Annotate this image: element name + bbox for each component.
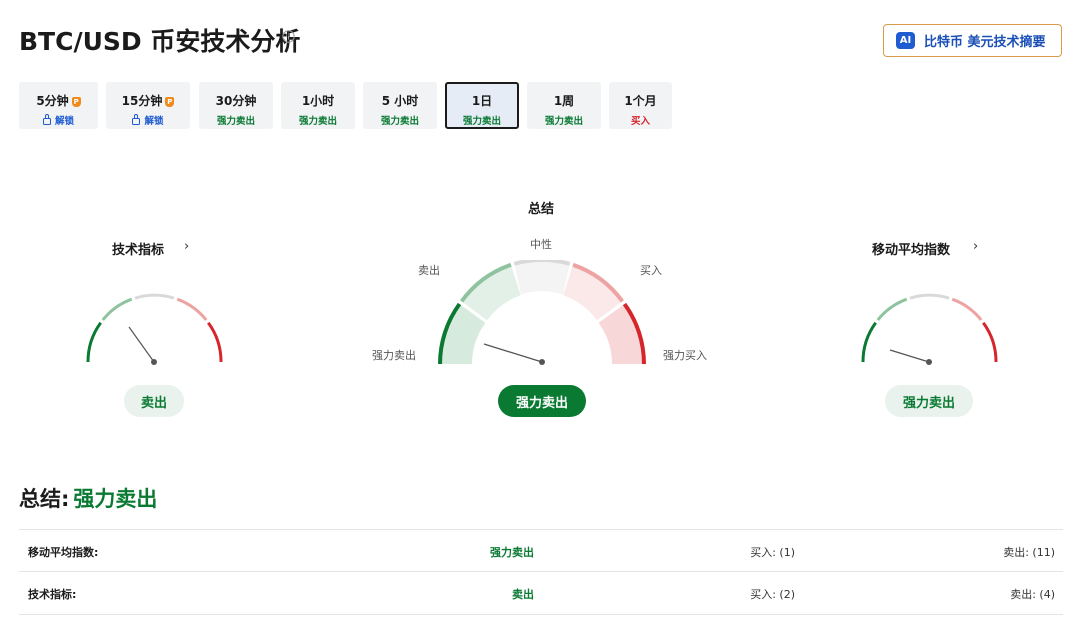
ai-summary-button[interactable]: AI 比特币 美元技术摘要 xyxy=(883,24,1062,57)
tab-status: 强力卖出 xyxy=(216,116,255,127)
tab-status: 买入 xyxy=(630,116,650,127)
gauge-needle xyxy=(483,343,543,363)
row-value: 强力卖出 xyxy=(490,546,534,559)
gauge-label-sell: 卖出 xyxy=(418,264,440,277)
tab-status: 强力卖出 xyxy=(544,116,583,127)
ai-summary-label: 比特币 美元技术摘要 xyxy=(924,35,1046,50)
tab-5min[interactable]: 5分钟 P 解锁 xyxy=(19,82,98,129)
pro-icon: P xyxy=(71,97,81,107)
tab-5h[interactable]: 5 小时 强力卖出 xyxy=(363,82,437,129)
technical-indicators-result: 卖出 xyxy=(124,385,184,417)
tab-label: 5分钟 xyxy=(36,94,69,108)
moving-averages-result: 强力卖出 xyxy=(885,385,973,417)
moving-averages-gauge xyxy=(861,293,998,365)
lock-icon xyxy=(42,114,51,125)
tab-status: 解锁 xyxy=(54,116,74,127)
summary-heading: 总结: 强力卖出 xyxy=(19,483,157,513)
summary-gauge-result: 强力卖出 xyxy=(498,385,586,417)
gauge-label-strong-buy: 强力买入 xyxy=(663,349,707,362)
tab-status: 强力卖出 xyxy=(298,116,337,127)
tab-1m[interactable]: 1个月 买入 xyxy=(609,82,672,129)
summary-gauge xyxy=(438,260,646,365)
tab-1d[interactable]: 1日 强力卖出 xyxy=(445,82,519,129)
tab-label: 1日 xyxy=(471,94,493,108)
row-buy-count: 买入: (1) xyxy=(750,546,795,559)
tab-15min[interactable]: 15分钟 P 解锁 xyxy=(106,82,190,129)
technical-indicators-gauge xyxy=(86,293,223,365)
row-name: 技术指标: xyxy=(28,588,77,601)
chevron-right-icon[interactable]: › xyxy=(184,239,189,254)
ai-icon: AI xyxy=(896,32,915,49)
row-buy-count: 买入: (2) xyxy=(750,588,795,601)
pro-icon: P xyxy=(165,97,175,107)
gauge-label-strong-sell: 强力卖出 xyxy=(372,349,416,362)
row-value: 卖出 xyxy=(512,588,534,601)
summary-value: 强力卖出 xyxy=(73,487,158,511)
moving-averages-link[interactable]: 移动平均指数 xyxy=(872,239,950,258)
row-sell-count: 卖出: (4) xyxy=(1010,588,1055,601)
gauge-label-neutral: 中性 xyxy=(530,238,552,251)
tab-1h[interactable]: 1小时 强力卖出 xyxy=(281,82,355,129)
row-sell-count: 卖出: (11) xyxy=(1003,546,1055,559)
chevron-right-icon[interactable]: › xyxy=(973,239,978,254)
tab-30min[interactable]: 30分钟 强力卖出 xyxy=(199,82,273,129)
tab-label: 1个月 xyxy=(624,94,657,108)
page-title: BTC/USD 币安技术分析 xyxy=(19,27,301,56)
row-name: 移动平均指数: xyxy=(28,546,99,559)
tab-1w[interactable]: 1周 强力卖出 xyxy=(527,82,601,129)
tab-label: 1周 xyxy=(553,94,575,108)
gauge-needle xyxy=(128,326,155,363)
table-row: 技术指标: 卖出 买入: (2) 卖出: (4) xyxy=(19,571,1063,615)
technical-indicators-link[interactable]: 技术指标 xyxy=(112,239,164,258)
info-icon[interactable] xyxy=(282,30,295,43)
tab-label: 15分钟 xyxy=(121,94,163,108)
summary-gauge-title: 总结 xyxy=(528,202,555,217)
summary-label: 总结: xyxy=(19,487,70,511)
tab-status: 强力卖出 xyxy=(380,116,419,127)
tab-status: 解锁 xyxy=(144,116,164,127)
tab-label: 30分钟 xyxy=(215,94,257,108)
tab-status: 强力卖出 xyxy=(462,116,501,127)
tab-label: 1小时 xyxy=(301,94,335,108)
table-row: 移动平均指数: 强力卖出 买入: (1) 卖出: (11) xyxy=(19,529,1063,572)
tab-label: 5 小时 xyxy=(381,94,419,108)
lock-icon xyxy=(132,114,141,125)
gauge-needle xyxy=(889,349,930,363)
